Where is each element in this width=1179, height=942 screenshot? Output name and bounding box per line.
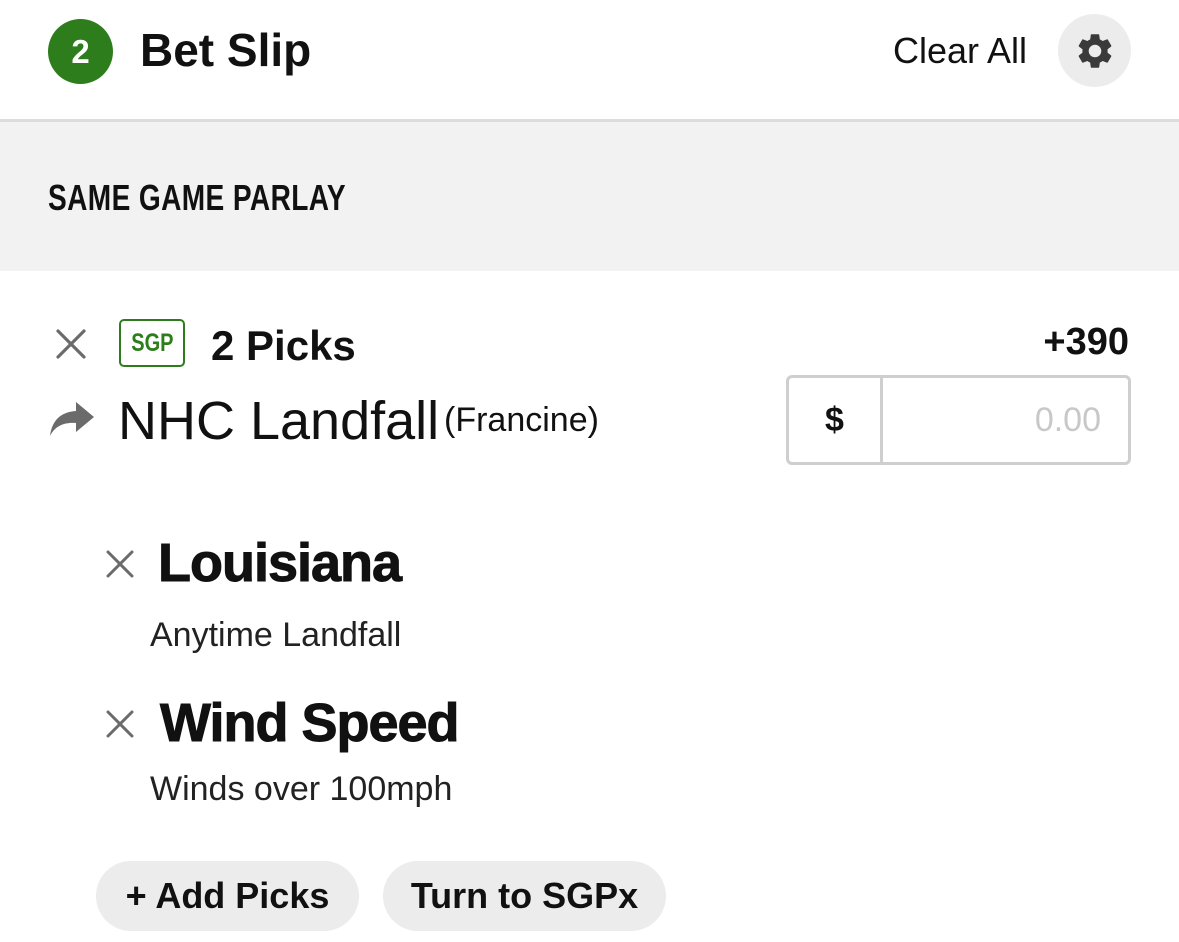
sgp-tag: SGP	[119, 319, 185, 367]
turn-to-sgpx-button[interactable]: Turn to SGPx	[383, 861, 666, 931]
leg-title: Wind Speed	[160, 693, 461, 754]
page-title: Bet Slip	[140, 24, 312, 76]
leg-subtitle: Winds over 100mph	[150, 770, 453, 808]
add-picks-button[interactable]: + Add Picks	[96, 861, 359, 931]
remove-leg-close-icon[interactable]	[105, 709, 135, 739]
sgp-tag-label: SGP	[130, 328, 174, 357]
parlay-odds: +390	[1043, 321, 1129, 363]
clear-all-button[interactable]: Clear All	[893, 28, 1027, 74]
stake-input[interactable]	[883, 378, 1127, 462]
settings-button[interactable]	[1058, 14, 1131, 87]
picks-count-label: 2 Picks	[211, 322, 356, 369]
section-title: SAME GAME PARLAY	[48, 177, 346, 218]
pick-count-badge: 2	[48, 19, 113, 84]
share-arrow-icon	[50, 402, 94, 436]
leg-subtitle: Anytime Landfall	[150, 616, 402, 654]
event-name: NHC Landfall	[118, 391, 440, 451]
currency-symbol: $	[789, 378, 883, 462]
remove-parlay-close-icon[interactable]	[54, 327, 88, 361]
event-subtitle: (Francine)	[444, 401, 599, 439]
wager-input-group: $	[786, 375, 1131, 465]
remove-leg-close-icon[interactable]	[105, 549, 135, 579]
gear-icon	[1078, 33, 1111, 68]
leg-title: Louisiana	[157, 533, 402, 594]
